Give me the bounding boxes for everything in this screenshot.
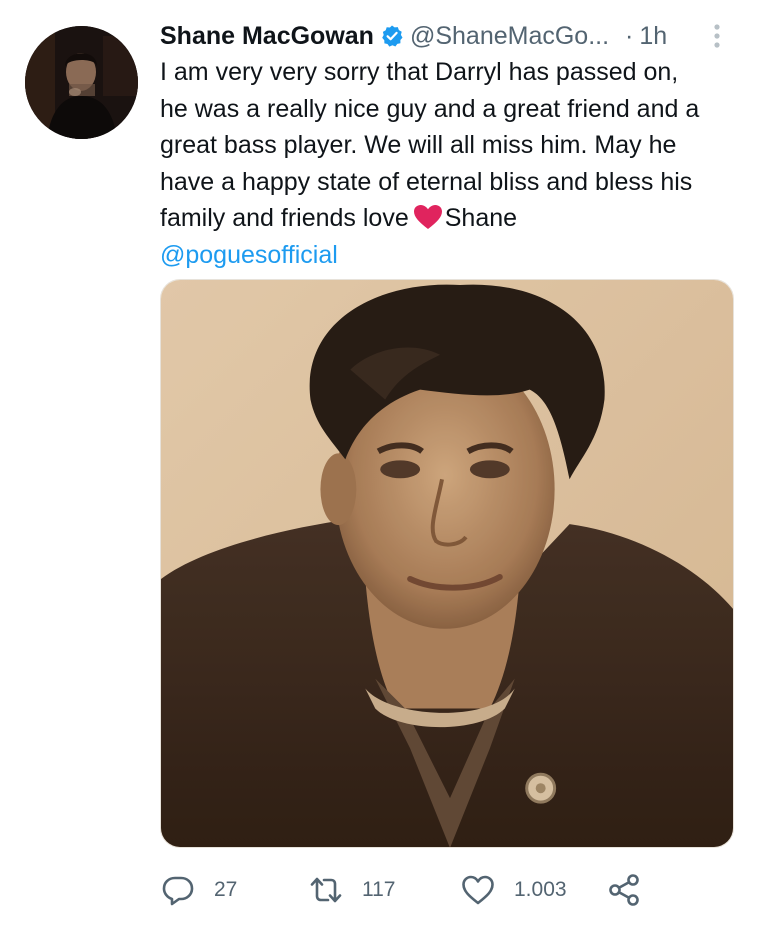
tweet-actions: 27 117 1.003: [160, 868, 720, 912]
heart-icon: [460, 872, 496, 908]
tweet-line: have a happy state of eternal bliss and …: [160, 167, 693, 196]
red-heart-icon: [413, 204, 443, 230]
like-button[interactable]: 1.003: [460, 868, 567, 912]
tweet-line: great bass player. We will all miss him.…: [160, 131, 677, 159]
retweet-count: 117: [362, 878, 396, 901]
reply-count: 27: [214, 878, 238, 901]
avatar-photo: [25, 26, 138, 139]
retweet-button[interactable]: 117: [308, 868, 395, 912]
tweet-text: I am very very sorry that Darryl has pas…: [160, 54, 750, 273]
share-button[interactable]: [606, 868, 642, 912]
tweet-line: family and friends love: [160, 204, 409, 232]
more-vertical-icon[interactable]: [708, 22, 726, 50]
share-icon: [606, 872, 642, 908]
photo-image: [161, 280, 733, 847]
mention-link[interactable]: @poguesofficial: [160, 237, 750, 274]
author-handle[interactable]: @ShaneMacGo...: [410, 22, 609, 51]
tweet-photo[interactable]: [160, 279, 734, 848]
reply-button[interactable]: 27: [160, 868, 237, 912]
tweet-signoff: Shane: [444, 204, 518, 232]
display-name[interactable]: Shane MacGowan: [160, 22, 374, 51]
tweet-line: I am very very sorry that Darryl has pas…: [160, 58, 679, 86]
timestamp[interactable]: 1h: [639, 22, 667, 51]
separator-dot: ·: [625, 21, 634, 50]
like-count: 1.003: [514, 878, 567, 901]
avatar[interactable]: [25, 26, 138, 139]
verified-badge-icon: [380, 24, 404, 48]
tweet-header: Shane MacGowan @ShaneMacGo... · 1h: [160, 18, 735, 54]
tweet[interactable]: Shane MacGowan @ShaneMacGo... · 1h I am …: [0, 0, 760, 929]
retweet-icon: [308, 872, 344, 908]
reply-icon: [160, 872, 196, 908]
tweet-line-last: family and friends love Shane: [160, 200, 750, 237]
tweet-line: he was a really nice guy and a great fri…: [160, 94, 700, 123]
